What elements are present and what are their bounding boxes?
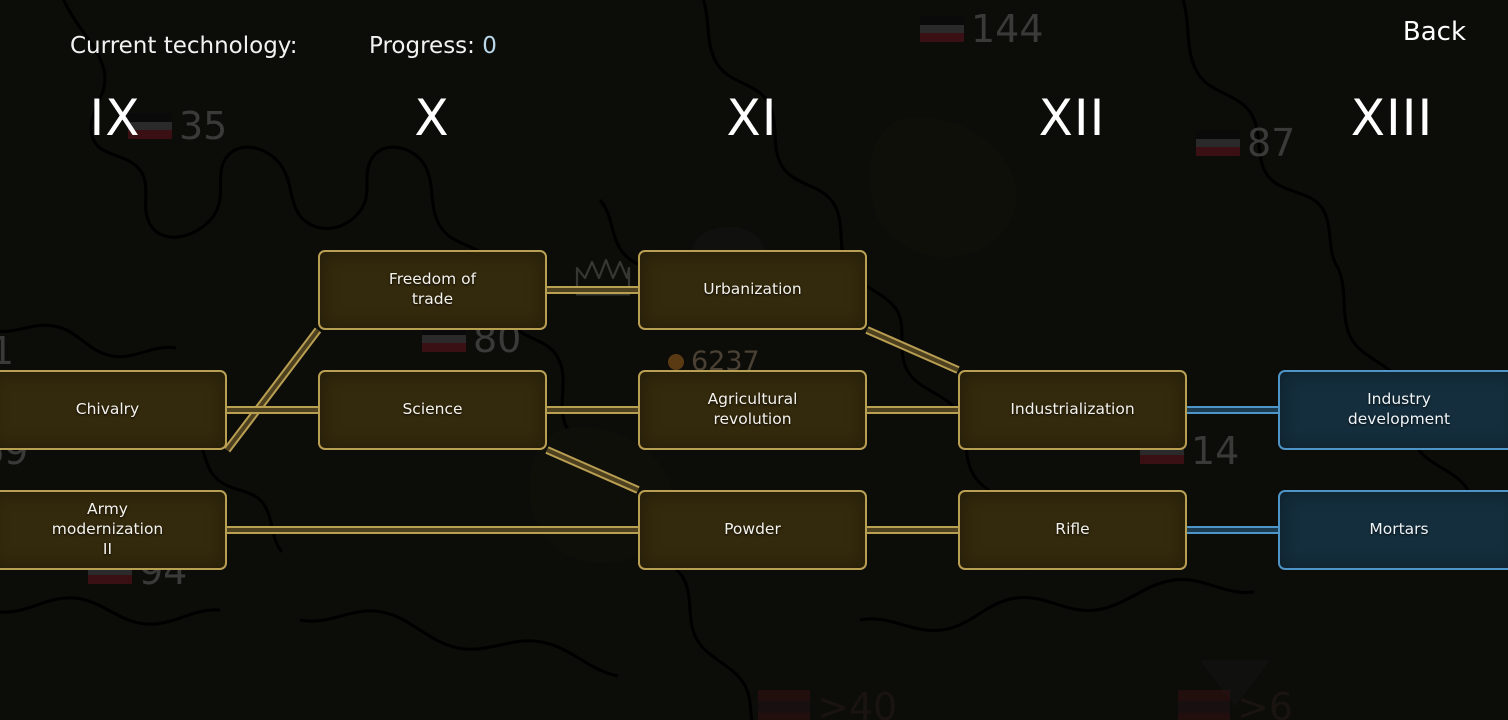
tech-node-label: Chivalry — [75, 400, 140, 419]
army-flag-icon — [758, 690, 810, 720]
tech-node-label: Rifle — [1055, 520, 1090, 539]
marker-35-value: 35 — [179, 104, 228, 148]
progress-label: Progress: — [369, 33, 475, 59]
tech-node-label: Industry development — [1347, 390, 1451, 428]
empire-flag-icon — [1196, 130, 1240, 156]
marker-40-value: >40 — [817, 685, 898, 720]
era-heading-xiii: XIII — [1350, 89, 1434, 147]
edge-urbanization-to-industrialization — [865, 326, 960, 374]
tech-node-label: Army modernization II — [51, 500, 164, 558]
coin-icon — [668, 353, 684, 370]
tech-node-urbanization[interactable]: Urbanization — [638, 250, 867, 330]
edge-chivalry-to-freedom-of-trade — [223, 327, 322, 453]
tech-node-mortars[interactable]: Mortars — [1278, 490, 1508, 570]
marker-60: >6 — [1178, 688, 1293, 720]
marker-35: 35 — [128, 107, 227, 145]
crown-icon — [572, 252, 634, 302]
tech-node-industry-development[interactable]: Industry development — [1278, 370, 1508, 450]
tech-node-label: Freedom of trade — [388, 270, 477, 308]
tech-node-army-modernization-ii[interactable]: Army modernization II — [0, 490, 227, 570]
progress-value: 0 — [482, 33, 497, 59]
tech-tree-screen: 35144878062371494691>40>6 ChivalryArmy m… — [0, 0, 1508, 720]
army-flag-icon — [1178, 690, 1230, 720]
tech-node-chivalry[interactable]: Chivalry — [0, 370, 227, 450]
marker-41-value: 1 — [0, 329, 15, 373]
edge-science-to-powder — [545, 446, 640, 494]
top-bar: Current technology: Progress: 0 Back — [0, 0, 1508, 64]
marker-60-value: >6 — [1237, 685, 1294, 720]
marker-40: >40 — [758, 688, 897, 720]
era-heading-xi: XI — [726, 89, 778, 147]
progress-readout: Progress: 0 — [369, 33, 497, 59]
tech-node-powder[interactable]: Powder — [638, 490, 867, 570]
marker-41: 1 — [0, 332, 14, 370]
tech-node-label: Powder — [724, 520, 781, 539]
current-technology-label: Current technology: — [70, 33, 297, 59]
current-technology-text: Current technology: — [70, 33, 298, 59]
back-button[interactable]: Back — [1399, 15, 1470, 49]
tech-node-label: Industrialization — [1010, 400, 1135, 419]
era-heading-xii: XII — [1038, 89, 1106, 147]
marker-14-value: 14 — [1191, 429, 1240, 473]
era-heading-ix: IX — [89, 89, 141, 147]
tech-node-science[interactable]: Science — [318, 370, 547, 450]
tech-node-label: Mortars — [1369, 520, 1429, 539]
tech-node-industrialization[interactable]: Industrialization — [958, 370, 1187, 450]
tech-node-label: Urbanization — [703, 280, 802, 299]
marker-87-value: 87 — [1247, 121, 1296, 165]
tech-node-freedom-of-trade[interactable]: Freedom of trade — [318, 250, 547, 330]
marker-87: 87 — [1196, 124, 1295, 162]
tech-node-agricultural-revolution[interactable]: Agricultural revolution — [638, 370, 867, 450]
tech-node-label: Science — [402, 400, 463, 419]
tech-node-label: Agricultural revolution — [707, 390, 798, 428]
era-heading-x: X — [414, 89, 450, 147]
tech-node-rifle[interactable]: Rifle — [958, 490, 1187, 570]
